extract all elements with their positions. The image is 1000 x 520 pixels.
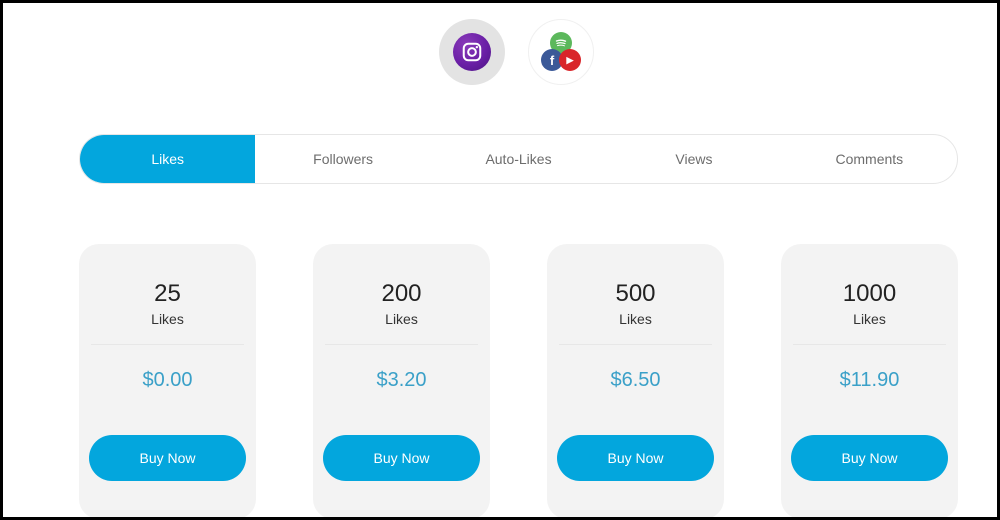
package-card: 1000 Likes $11.90 Buy Now xyxy=(781,244,958,517)
package-unit: Likes xyxy=(151,311,184,327)
platform-other-button[interactable]: f ▶ xyxy=(528,19,594,85)
package-card: 500 Likes $6.50 Buy Now xyxy=(547,244,724,517)
package-quantity: 200 xyxy=(381,280,422,307)
tab-auto-likes[interactable]: Auto-Likes xyxy=(431,135,606,183)
package-price: $6.50 xyxy=(610,369,661,391)
divider xyxy=(793,344,946,345)
buy-now-button[interactable]: Buy Now xyxy=(89,435,246,481)
tab-followers[interactable]: Followers xyxy=(255,135,430,183)
package-unit: Likes xyxy=(853,311,886,327)
tab-comments[interactable]: Comments xyxy=(782,135,957,183)
package-unit: Likes xyxy=(385,311,418,327)
service-tabs: Likes Followers Auto-Likes Views Comment… xyxy=(79,134,958,184)
buy-now-button[interactable]: Buy Now xyxy=(323,435,480,481)
buy-now-button[interactable]: Buy Now xyxy=(557,435,714,481)
platform-instagram-button[interactable] xyxy=(439,19,505,85)
buy-now-button[interactable]: Buy Now xyxy=(791,435,948,481)
multi-platform-icon: f ▶ xyxy=(541,32,581,72)
package-quantity: 1000 xyxy=(842,280,897,307)
package-quantity: 500 xyxy=(615,280,656,307)
youtube-icon: ▶ xyxy=(559,49,581,71)
divider xyxy=(559,344,712,345)
instagram-icon xyxy=(453,33,491,71)
package-unit: Likes xyxy=(619,311,652,327)
divider xyxy=(325,344,478,345)
package-price: $0.00 xyxy=(142,369,193,391)
page-frame: f ▶ Likes Followers Auto-Likes Views Com… xyxy=(0,0,1000,520)
package-price: $11.90 xyxy=(839,369,900,391)
package-quantity: 25 xyxy=(154,280,181,307)
package-price: $3.20 xyxy=(376,369,427,391)
package-card: 25 Likes $0.00 Buy Now xyxy=(79,244,256,517)
divider xyxy=(91,344,244,345)
tab-likes[interactable]: Likes xyxy=(80,135,256,183)
package-card: 200 Likes $3.20 Buy Now xyxy=(313,244,490,517)
tab-views[interactable]: Views xyxy=(606,135,781,183)
